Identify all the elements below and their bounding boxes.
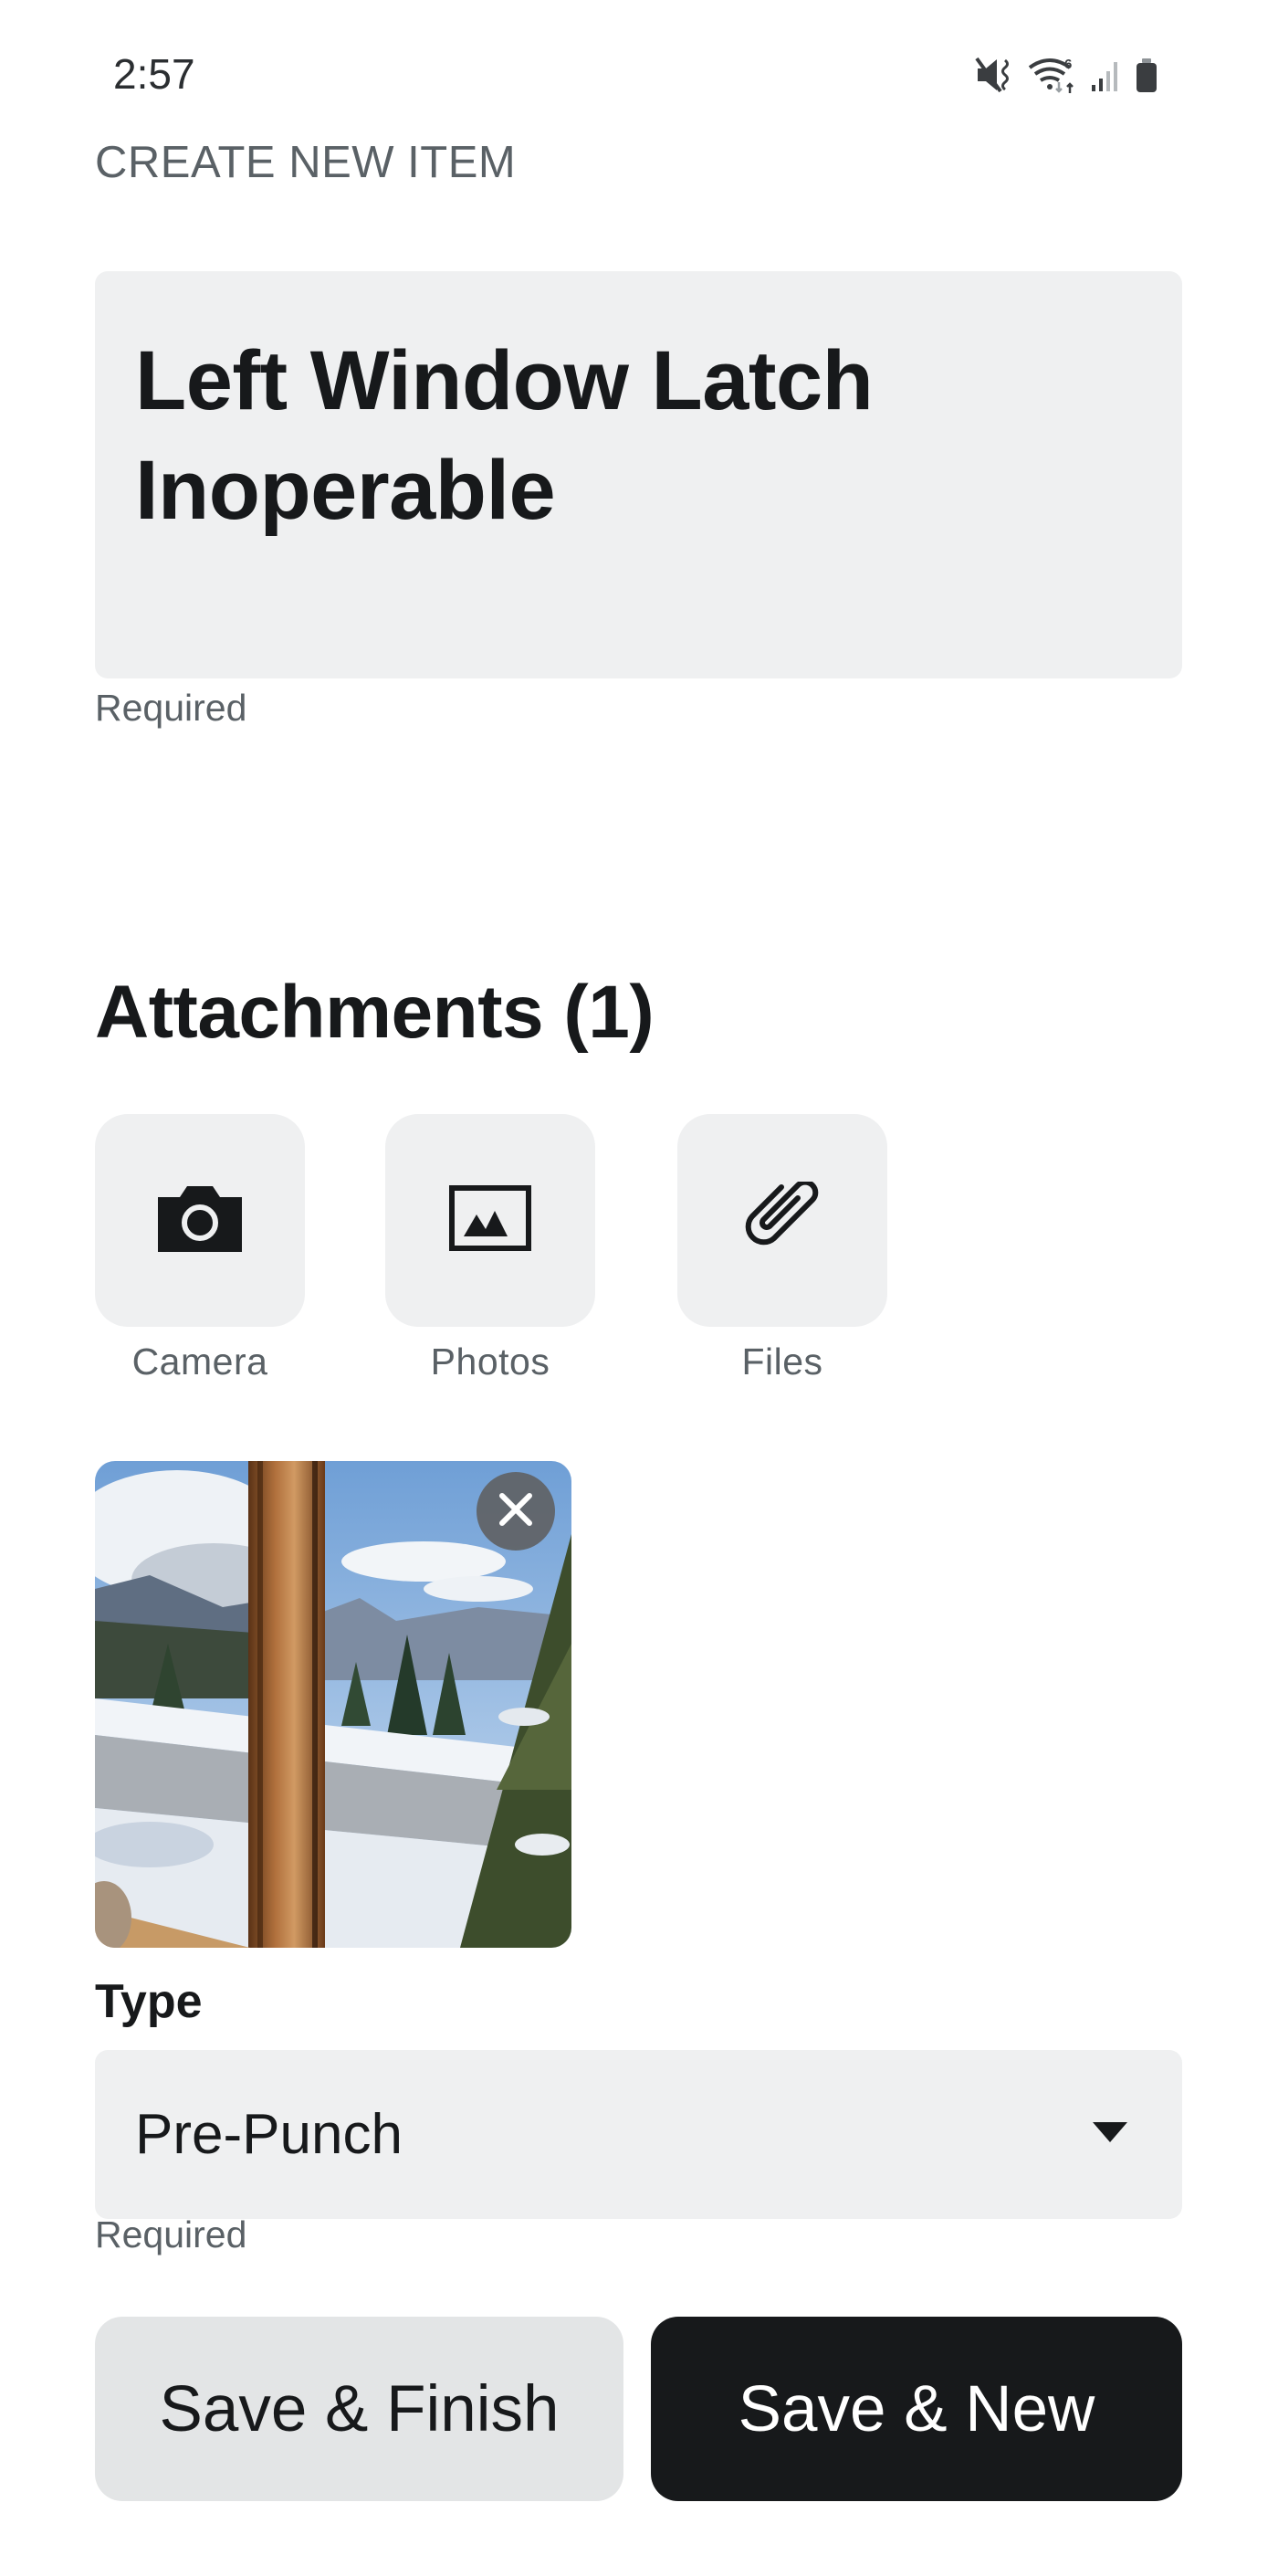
camera-label: Camera bbox=[131, 1341, 268, 1383]
title-required-helper: Required bbox=[95, 687, 247, 729]
paperclip-icon bbox=[741, 1179, 823, 1259]
battery-icon bbox=[1134, 55, 1159, 95]
status-icons: 6 bbox=[975, 55, 1180, 95]
type-label: Type bbox=[95, 1975, 203, 2028]
type-select[interactable]: Pre-Punch bbox=[95, 2050, 1182, 2219]
files-label: Files bbox=[741, 1341, 823, 1383]
title-input[interactable]: Left Window Latch Inoperable bbox=[95, 271, 1182, 678]
photos-button[interactable] bbox=[385, 1114, 595, 1327]
attachments-heading: Attachments (1) bbox=[95, 971, 655, 1054]
type-selected-value: Pre-Punch bbox=[135, 2103, 403, 2166]
status-time: 2:57 bbox=[113, 50, 195, 98]
wifi-6-icon: 6 bbox=[1028, 55, 1079, 95]
type-required-helper: Required bbox=[95, 2213, 247, 2255]
remove-attachment-button[interactable] bbox=[477, 1472, 555, 1551]
title-input-value[interactable]: Left Window Latch Inoperable bbox=[135, 326, 1048, 545]
cell-signal-icon bbox=[1090, 55, 1123, 95]
save-finish-button[interactable]: Save & Finish bbox=[95, 2317, 623, 2501]
image-icon bbox=[449, 1185, 531, 1256]
wifi-generation-label: 6 bbox=[1064, 57, 1072, 72]
dropdown-arrow-icon bbox=[1093, 2122, 1127, 2147]
close-icon bbox=[498, 1491, 534, 1532]
vibrate-mute-icon bbox=[975, 55, 1017, 95]
photos-label: Photos bbox=[430, 1341, 550, 1383]
camera-icon bbox=[158, 1184, 242, 1256]
save-new-button[interactable]: Save & New bbox=[651, 2317, 1182, 2501]
files-button[interactable] bbox=[677, 1114, 887, 1327]
screen-title: CREATE NEW ITEM bbox=[95, 138, 517, 187]
camera-button[interactable] bbox=[95, 1114, 305, 1327]
